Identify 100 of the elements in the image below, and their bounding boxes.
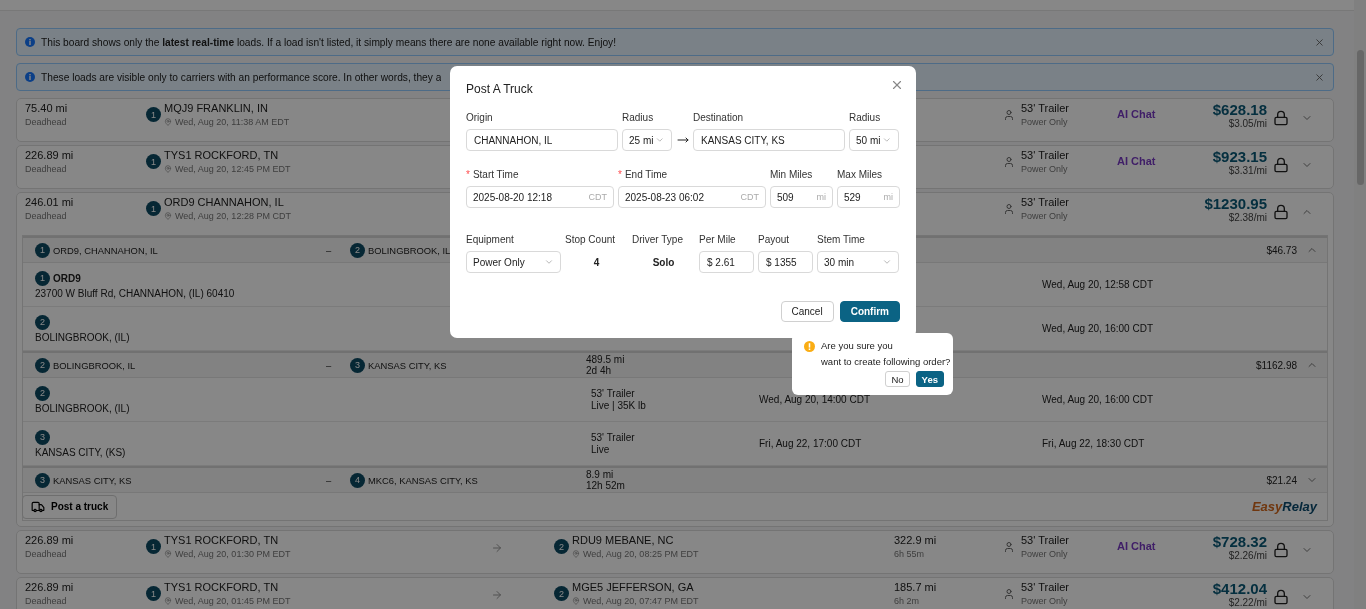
field-value: Solo bbox=[651, 255, 676, 270]
deadhead-label: Deadhead bbox=[25, 211, 68, 221]
field-label: Equipment bbox=[466, 234, 514, 245]
deadhead-label: Deadhead bbox=[25, 596, 68, 606]
load-price: $628.18 bbox=[1212, 102, 1267, 118]
field-label: Stop Count bbox=[565, 234, 616, 245]
unit-label: mi bbox=[883, 192, 893, 202]
stop-name: TYS1 ROCKFORD, TN bbox=[164, 149, 280, 162]
dash-separator: – bbox=[326, 244, 333, 256]
stop-name: TYS1 ROCKFORD, TN bbox=[164, 534, 280, 547]
alert-message: This board shows only the latest real-time loads. If a load isn't listed, it simply means there are none available right now. Enjoy! bbox=[41, 36, 617, 48]
stop-time: Wed, Aug 20, 01:30 PM EDT bbox=[175, 549, 291, 559]
stop-name: KANSAS CITY, KS bbox=[53, 474, 132, 486]
stop-number: 4 bbox=[350, 472, 365, 488]
segment-price: $21.24 bbox=[1266, 474, 1297, 486]
price-per-mile: $3.31/mi bbox=[1228, 166, 1267, 176]
stop-name: RDU9 MEBANE, NC bbox=[572, 534, 675, 547]
stop-load-type: Live bbox=[591, 444, 611, 455]
segment-distance: 489.5 mi bbox=[586, 354, 626, 365]
equipment-mode: Power Only bbox=[1021, 211, 1069, 221]
stop-number: 2 bbox=[35, 357, 50, 373]
stop-time: Wed, Aug 20, 08:25 PM EDT bbox=[583, 549, 699, 559]
stop-name: TYS1 ROCKFORD, TN bbox=[164, 581, 280, 594]
trip-duration: 6h 2m bbox=[894, 596, 920, 606]
deadhead-label: Deadhead bbox=[25, 117, 68, 127]
field-label: * Start Time bbox=[466, 169, 519, 180]
stop-name: ORD9 CHANNAHON, IL bbox=[164, 196, 285, 209]
stop-equipment: 53' Trailer bbox=[591, 432, 636, 443]
stop-time: Wed, Aug 20, 12:28 PM CDT bbox=[175, 211, 291, 221]
stop-name: KANSAS CITY, KS bbox=[368, 359, 447, 371]
equipment-type: 53' Trailer bbox=[1021, 149, 1069, 162]
stop-name: ORD9, CHANNAHON, IL bbox=[53, 244, 158, 256]
field-label: Radius bbox=[849, 112, 881, 123]
price-per-mile: $2.22/mi bbox=[1228, 598, 1267, 608]
field-label: Destination bbox=[693, 112, 744, 123]
trip-distance: 322.9 mi bbox=[894, 534, 938, 547]
equipment-mode: Power Only bbox=[1021, 164, 1069, 174]
stop-number: 1 bbox=[146, 154, 161, 169]
stop-number: 1 bbox=[146, 107, 161, 122]
stop-time: Wed, Aug 20, 11:38 AM EDT bbox=[175, 117, 290, 127]
field-label: Stem Time bbox=[817, 234, 865, 245]
deadhead-distance: 226.89 mi bbox=[25, 534, 75, 547]
unit-label: mi bbox=[816, 192, 826, 202]
departure-time: Wed, Aug 20, 12:58 CDT bbox=[1042, 279, 1154, 290]
field-label: Origin bbox=[466, 112, 493, 123]
price-per-mile: $2.26/mi bbox=[1228, 551, 1267, 561]
stop-equipment: 53' Trailer bbox=[591, 388, 636, 399]
deadhead-label: Deadhead bbox=[25, 164, 68, 174]
departure-time: Wed, Aug 20, 16:00 CDT bbox=[1042, 323, 1154, 334]
stop-address: BOLINGBROOK, (IL) bbox=[35, 331, 131, 343]
deadhead-distance: 75.40 mi bbox=[25, 102, 69, 115]
logo: EasyRelay bbox=[1251, 499, 1317, 514]
stop-number: 1 bbox=[35, 242, 50, 258]
deadhead-distance: 246.01 mi bbox=[25, 196, 75, 209]
stop-address: KANSAS CITY, (KS) bbox=[35, 446, 127, 458]
stop-address: BOLINGBROOK, (IL) bbox=[35, 402, 131, 414]
stop-name: MQJ9 FRANKLIN, IN bbox=[164, 102, 269, 115]
equipment-type: 53' Trailer bbox=[1021, 581, 1069, 594]
field-label: Payout bbox=[758, 234, 790, 245]
stop-number: 1 bbox=[146, 201, 161, 216]
load-price: $728.32 bbox=[1212, 534, 1267, 550]
segment-duration: 2d 4h bbox=[586, 365, 613, 376]
trip-distance: 185.7 mi bbox=[894, 581, 938, 594]
field-label: Min Miles bbox=[770, 169, 813, 180]
stop-time: Wed, Aug 20, 12:45 PM EDT bbox=[175, 164, 291, 174]
field-value: 4 bbox=[592, 255, 601, 270]
stop-number: 2 bbox=[35, 385, 50, 401]
field-label: Driver Type bbox=[632, 234, 683, 245]
stop-number: 3 bbox=[35, 472, 50, 488]
equipment-type: 53' Trailer bbox=[1021, 534, 1069, 547]
deadhead-label: Deadhead bbox=[25, 549, 68, 559]
stop-number: 3 bbox=[350, 357, 365, 373]
equipment-mode: Power Only bbox=[1021, 117, 1069, 127]
deadhead-distance: 226.89 mi bbox=[25, 149, 75, 162]
stop-number: 1 bbox=[146, 539, 161, 554]
stop-time: Wed, Aug 20, 01:45 PM EDT bbox=[175, 596, 291, 606]
stop-name: ORD9 bbox=[53, 272, 81, 284]
stop-address: 23700 W Bluff Rd, CHANNAHON, (IL) 60410 bbox=[35, 287, 236, 299]
equipment-mode: Power Only bbox=[1021, 596, 1069, 606]
segment-price: $1162.98 bbox=[1256, 359, 1297, 371]
segment-distance: 8.9 mi bbox=[586, 469, 615, 480]
stop-load-type: Live | 35K lb bbox=[591, 400, 647, 411]
stop-name: MGE5 JEFFERSON, GA bbox=[572, 581, 695, 594]
departure-time: Fri, Aug 22, 18:30 CDT bbox=[1042, 438, 1146, 449]
field-label: Radius bbox=[622, 112, 654, 123]
stop-number: 1 bbox=[35, 270, 50, 286]
load-price: $923.15 bbox=[1212, 149, 1267, 165]
unit-label: CDT bbox=[740, 192, 759, 202]
stop-name: BOLINGBROOK, IL bbox=[53, 359, 136, 371]
load-price: $1230.95 bbox=[1204, 196, 1267, 212]
stop-name: BOLINGBROOK, IL bbox=[368, 244, 451, 256]
segment-price: $46.73 bbox=[1266, 244, 1297, 256]
deadhead-distance: 226.89 mi bbox=[25, 581, 75, 594]
dash-separator: – bbox=[326, 474, 333, 486]
price-per-mile: $2.38/mi bbox=[1228, 213, 1267, 223]
price-per-mile: $3.05/mi bbox=[1228, 119, 1267, 129]
arrival-time: Fri, Aug 22, 17:00 CDT bbox=[759, 438, 863, 449]
dash-separator: – bbox=[326, 359, 333, 371]
stop-number: 1 bbox=[146, 586, 161, 601]
segment-duration: 12h 52m bbox=[586, 480, 626, 491]
